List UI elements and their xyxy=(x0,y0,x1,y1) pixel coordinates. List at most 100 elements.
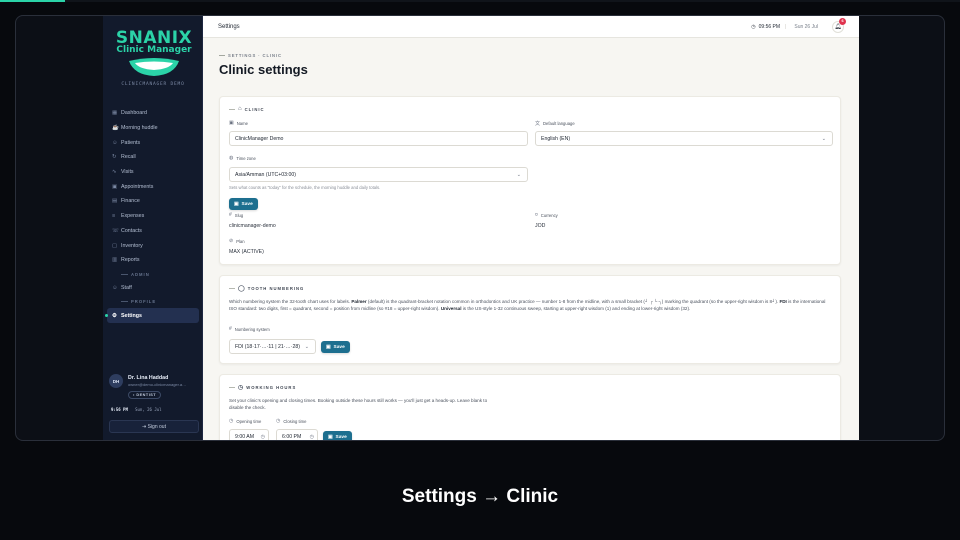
avatar[interactable]: DH xyxy=(109,374,123,388)
save-icon: ▣ xyxy=(326,344,331,350)
heading-rule xyxy=(229,387,235,388)
timezone-select[interactable]: Asia/Amman (UTC+03:00) ⌄ xyxy=(229,167,528,182)
sidebar-item-label: Reports xyxy=(121,257,140,264)
closing-time-value: 6:00 PM xyxy=(282,433,302,440)
clinic-name-input[interactable]: ClinicManager Demo xyxy=(229,131,528,146)
sidebar-item-expenses[interactable]: ≡ Expenses xyxy=(103,209,203,224)
breadcrumb-text: SETTINGS · CLINIC xyxy=(228,53,282,58)
numbering-system-value: FDI (18·17·…·11 | 21·…·28) xyxy=(235,343,300,350)
brand-logo: SNANIX Clinic Manager xyxy=(113,28,195,84)
label-text: Default language xyxy=(543,121,575,126)
clock-icon: ◷ xyxy=(751,23,756,30)
dashboard-icon: ▦ xyxy=(112,110,118,117)
plan-value: MAX (ACTIVE) xyxy=(229,249,264,255)
globe-icon: ◍ xyxy=(229,155,234,161)
section-rule xyxy=(121,301,128,303)
save-numbering-button[interactable]: ▣ Save xyxy=(321,341,350,353)
pulse-icon: ∿ xyxy=(112,169,117,176)
heading-rule xyxy=(229,288,235,289)
sidebar-item-label: Settings xyxy=(121,312,142,319)
users-icon: ☺ xyxy=(112,139,118,146)
numbering-system-select[interactable]: FDI (18·17·…·11 | 21·…·28) ⌄ xyxy=(229,339,316,354)
label-text: Time zone xyxy=(236,155,256,161)
sidebar-item-dashboard[interactable]: ▦ Dashboard xyxy=(103,106,203,121)
save-icon: ▣ xyxy=(328,434,333,440)
topbar-date: Sun 26 Jul xyxy=(794,23,818,30)
user-clock: 9:56 PM Sun, 26 Jul xyxy=(111,407,162,412)
sidebar-item-visits[interactable]: ∿ Visits xyxy=(103,165,203,180)
working-hours-card: ◷ WORKING HOURS Set your clinic's opening… xyxy=(219,374,841,440)
sidebar-item-morning-huddle[interactable]: ☕ Morning huddle xyxy=(103,121,203,136)
clinic-card: ⌂ CLINIC ▣ Name ClinicManager Demo 文 Defaul… xyxy=(219,96,841,265)
brand-product: Clinic Manager xyxy=(116,45,192,55)
sidebar-item-label: Staff xyxy=(121,284,132,291)
sidebar-item-settings[interactable]: ⚙ Settings xyxy=(105,308,199,323)
sidebar-item-label: Expenses xyxy=(121,213,145,220)
sidebar-item-contacts[interactable]: ☏ Contacts xyxy=(103,224,203,239)
sidebar-item-finance[interactable]: ▤ Finance xyxy=(103,194,203,209)
section-label: PROFILE xyxy=(131,299,157,305)
label-text: Name xyxy=(236,120,248,126)
tooth-numbering-description: Which numbering system the 32-tooth char… xyxy=(229,298,829,312)
desc-part: is the US-style 1-32 continuous sweep, s… xyxy=(461,306,691,311)
sidebar-item-label: Dashboard xyxy=(121,110,147,117)
topbar-page-title: Settings xyxy=(218,23,240,30)
save-clinic-button[interactable]: ▣ Save xyxy=(229,198,258,210)
sidebar-item-patients[interactable]: ☺ Patients xyxy=(103,135,203,150)
save-icon: ▣ xyxy=(234,201,239,207)
gear-icon: ⚙ xyxy=(112,312,117,319)
desc-bold: Universal xyxy=(440,306,462,311)
heading-rule xyxy=(229,108,235,110)
hash-icon: # xyxy=(229,326,232,332)
sidebar-item-inventory[interactable]: ▢ Inventory xyxy=(103,238,203,253)
slug-label: # Slug xyxy=(229,212,243,218)
sidebar: SNANIX Clinic Manager CLINICMANAGER DEMO… xyxy=(103,16,203,440)
notifications-button[interactable]: 🔔︎ 6 xyxy=(832,17,846,33)
clock-icon: ◷ xyxy=(309,433,314,440)
language-label: 文 Default language xyxy=(535,120,575,127)
currency-icon: ¤ xyxy=(535,212,538,218)
refresh-icon: ↻ xyxy=(112,154,117,161)
desc-bold: Palmer xyxy=(351,299,367,304)
building-icon: ▣ xyxy=(229,120,234,126)
sidebar-item-label: Recall xyxy=(121,154,136,161)
building-icon: ⌂ xyxy=(238,106,243,112)
plan-label: ⊘ Plan xyxy=(229,238,245,244)
language-select[interactable]: English (EN) ⌄ xyxy=(535,131,833,146)
sidebar-item-label: Contacts xyxy=(121,227,142,234)
page-title: Clinic settings xyxy=(219,62,308,77)
workspace-name: CLINICMANAGER DEMO xyxy=(121,82,185,87)
closing-time-input[interactable]: 6:00 PM ◷ xyxy=(276,429,318,440)
user-time: 9:56 PM xyxy=(111,407,128,412)
tooth-icon: ◯ xyxy=(238,286,246,292)
sidebar-section-admin: ADMIN xyxy=(103,268,203,281)
save-hours-button[interactable]: ▣ Save xyxy=(323,431,352,440)
coffee-icon: ☕ xyxy=(112,125,119,132)
sidebar-item-label: Morning huddle xyxy=(121,125,158,132)
numbering-system-label: # Numbering system xyxy=(229,326,270,332)
notification-count-badge: 6 xyxy=(839,17,846,25)
breadcrumb-rule xyxy=(219,55,225,56)
hours-card-heading: ◷ WORKING HOURS xyxy=(229,384,296,391)
separator: | xyxy=(785,23,787,30)
sidebar-item-reports[interactable]: ▥ Reports xyxy=(103,253,203,268)
sidebar-item-appointments[interactable]: ▣ Appointments xyxy=(103,179,203,194)
sign-out-button[interactable]: ⇥ Sign out xyxy=(109,420,199,433)
staff-icon: ☺ xyxy=(112,284,118,291)
sidebar-item-staff[interactable]: ☺ Staff xyxy=(103,281,203,296)
translate-icon: 文 xyxy=(535,121,541,127)
opening-time-input[interactable]: 9:00 AM ◷ xyxy=(229,429,269,440)
sign-out-label: Sign out xyxy=(147,423,166,430)
video-progress-track xyxy=(0,0,960,2)
smile-logo-icon xyxy=(129,58,179,76)
video-progress-fill xyxy=(0,0,66,2)
name-label: ▣ Name xyxy=(229,120,248,126)
sidebar-item-label: Inventory xyxy=(121,242,143,249)
sidebar-nav: ▦ Dashboard ☕ Morning huddle ☺ Patients ↻ Re… xyxy=(103,106,203,323)
save-label: Save xyxy=(335,434,347,440)
sidebar-item-recall[interactable]: ↻ Recall xyxy=(103,150,203,165)
label-text: Closing time xyxy=(283,418,307,424)
tooth-numbering-card: ◯ TOOTH NUMBERING Which numbering system … xyxy=(219,275,841,364)
label-text: Currency xyxy=(540,212,558,218)
section-rule xyxy=(121,273,128,275)
